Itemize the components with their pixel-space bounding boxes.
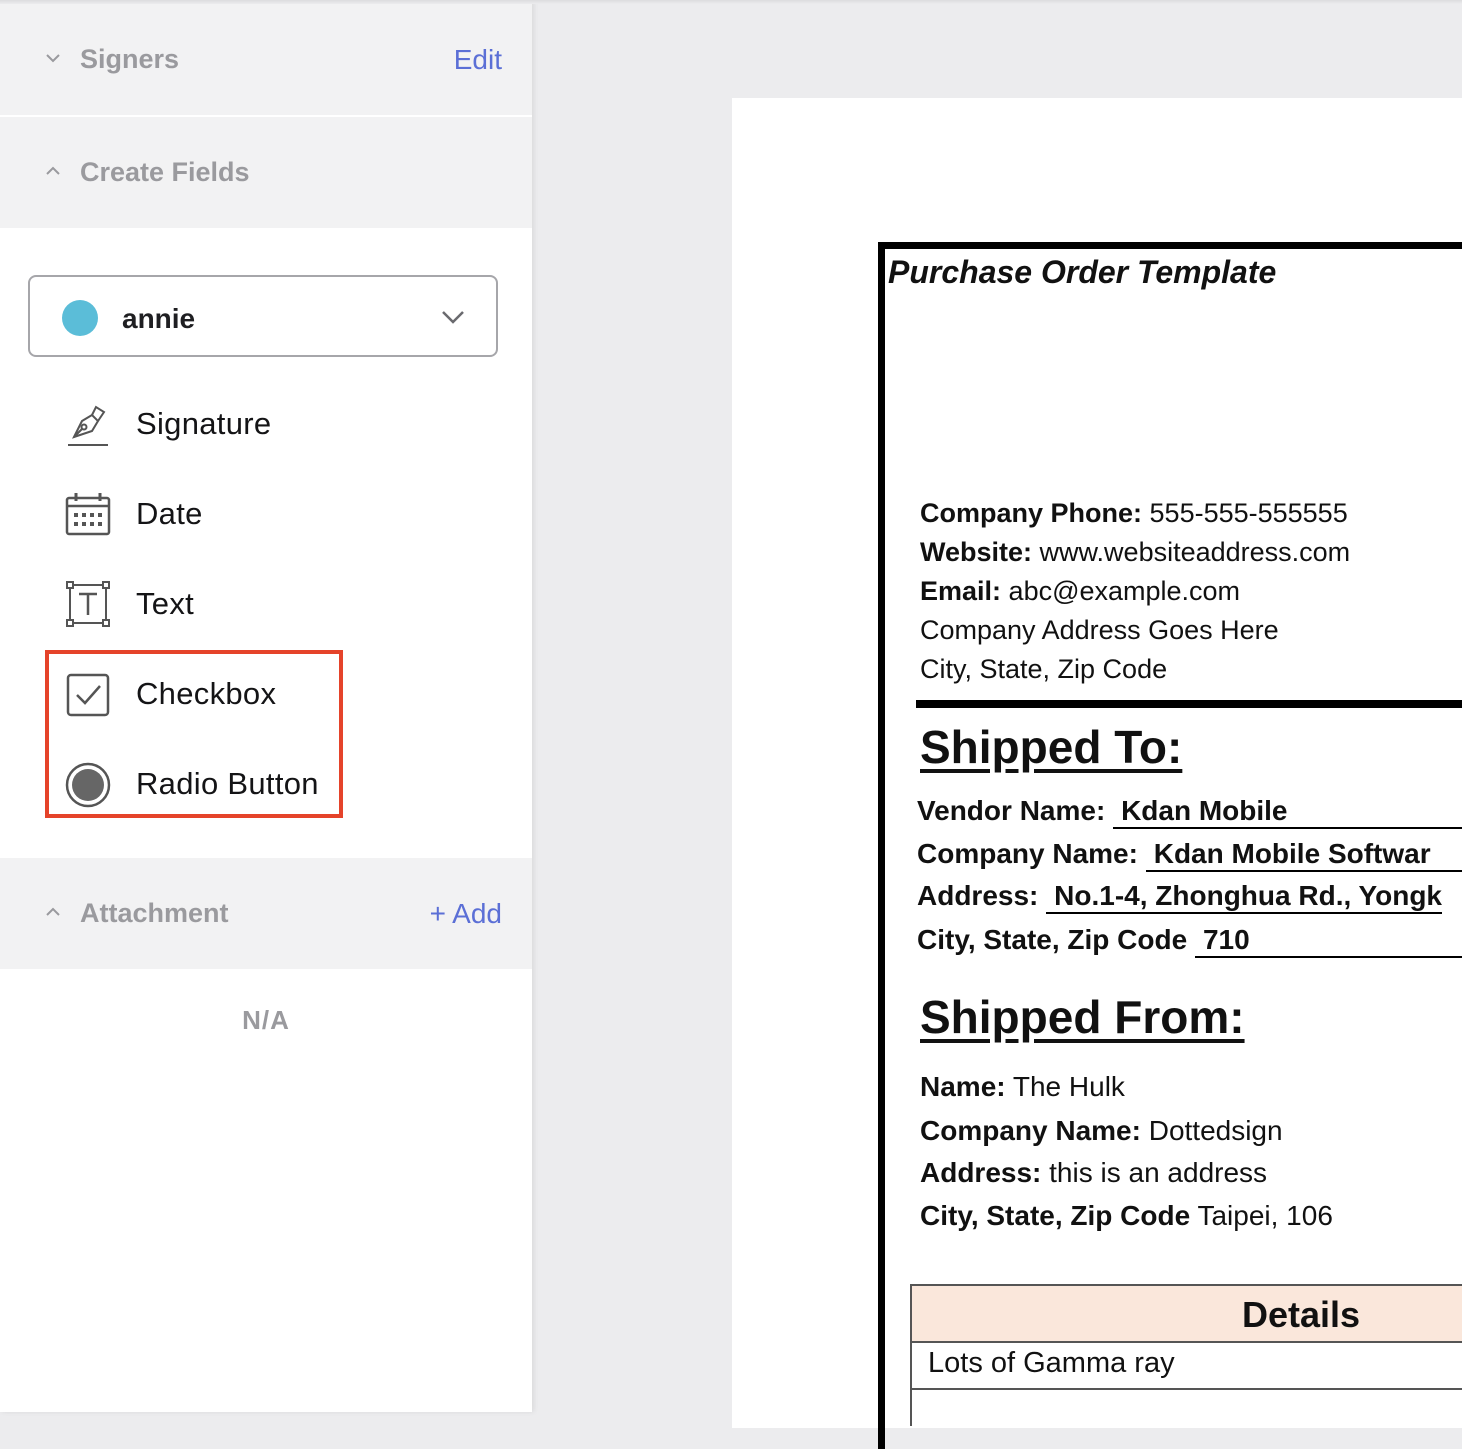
chevron-up-icon[interactable] <box>44 903 62 921</box>
signers-title: Signers <box>80 44 180 74</box>
company-email: Email: abc@example.com <box>920 576 1241 606</box>
field-signature[interactable]: Signature <box>62 393 482 453</box>
company-phone: Company Phone: 555-555-555555 <box>920 498 1348 528</box>
document-title: Purchase Order Template <box>888 254 1277 290</box>
create-fields-section-header[interactable]: Create Fields <box>0 117 532 228</box>
field-label: Text <box>136 586 195 621</box>
vendor-name-line: Vendor Name: Kdan Mobile <box>917 795 1462 829</box>
field-text[interactable]: Text <box>62 573 482 633</box>
table-cell: Lots of Gamma ray <box>928 1347 1175 1379</box>
table-row: Lots of Gamma ray <box>912 1343 1462 1390</box>
field-label: Date <box>136 496 203 531</box>
from-company-line: Company Name: Dottedsign <box>920 1115 1283 1146</box>
calendar-icon <box>65 493 111 536</box>
fields-sidebar: Signers Edit Create Fields annie Signatu… <box>0 0 532 1412</box>
details-header: Details <box>912 1286 1462 1343</box>
details-heading: Details <box>1242 1294 1361 1335</box>
signature-pen-icon <box>68 405 108 446</box>
from-city-line: City, State, Zip Code Taipei, 106 <box>920 1200 1333 1231</box>
checkbox-icon <box>66 673 110 717</box>
field-date[interactable]: Date <box>62 483 482 543</box>
from-name-line: Name: The Hulk <box>920 1071 1125 1102</box>
field-label: Signature <box>136 406 272 441</box>
signer-color-dot <box>62 300 98 336</box>
chevron-up-icon[interactable] <box>44 162 62 180</box>
attachment-title: Attachment <box>80 898 229 928</box>
chevron-down-icon <box>442 311 464 324</box>
company-city-line: City, State, Zip Code <box>920 654 1168 684</box>
field-radio-button[interactable]: Radio Button <box>62 753 482 813</box>
field-checkbox[interactable]: Checkbox <box>62 663 482 723</box>
edit-signers-link[interactable]: Edit <box>454 44 502 76</box>
signer-name: annie <box>122 303 196 334</box>
top-border <box>0 0 1462 4</box>
signer-dropdown[interactable]: annie <box>28 275 498 357</box>
text-box-icon <box>66 581 110 627</box>
company-address: Company Address Goes Here <box>920 615 1279 645</box>
company-website: Website: www.websiteaddress.com <box>920 537 1351 567</box>
shipped-from-heading: Shipped From: <box>920 991 1245 1043</box>
signers-section-header[interactable]: Signers Edit <box>0 4 532 117</box>
add-attachment-button[interactable]: + Add <box>430 898 502 930</box>
attachment-section-header[interactable]: Attachment + Add <box>0 858 532 969</box>
field-label: Checkbox <box>136 676 277 711</box>
shipped-to-heading: Shipped To: <box>920 721 1183 773</box>
chevron-down-icon[interactable] <box>44 49 62 67</box>
from-address-line: Address: this is an address <box>920 1157 1268 1188</box>
vendor-city-line: City, State, Zip Code 710 <box>917 924 1462 958</box>
vendor-company-line: Company Name: Kdan Mobile Softwar <box>917 838 1462 872</box>
attachment-empty-text: N/A <box>242 1005 290 1035</box>
field-label: Radio Button <box>136 766 319 801</box>
radio-button-icon <box>65 762 111 808</box>
divider <box>916 700 1462 708</box>
vendor-address-line: Address: No.1-4, Zhonghua Rd., Yongk <box>917 880 1442 914</box>
create-fields-title: Create Fields <box>80 157 250 187</box>
